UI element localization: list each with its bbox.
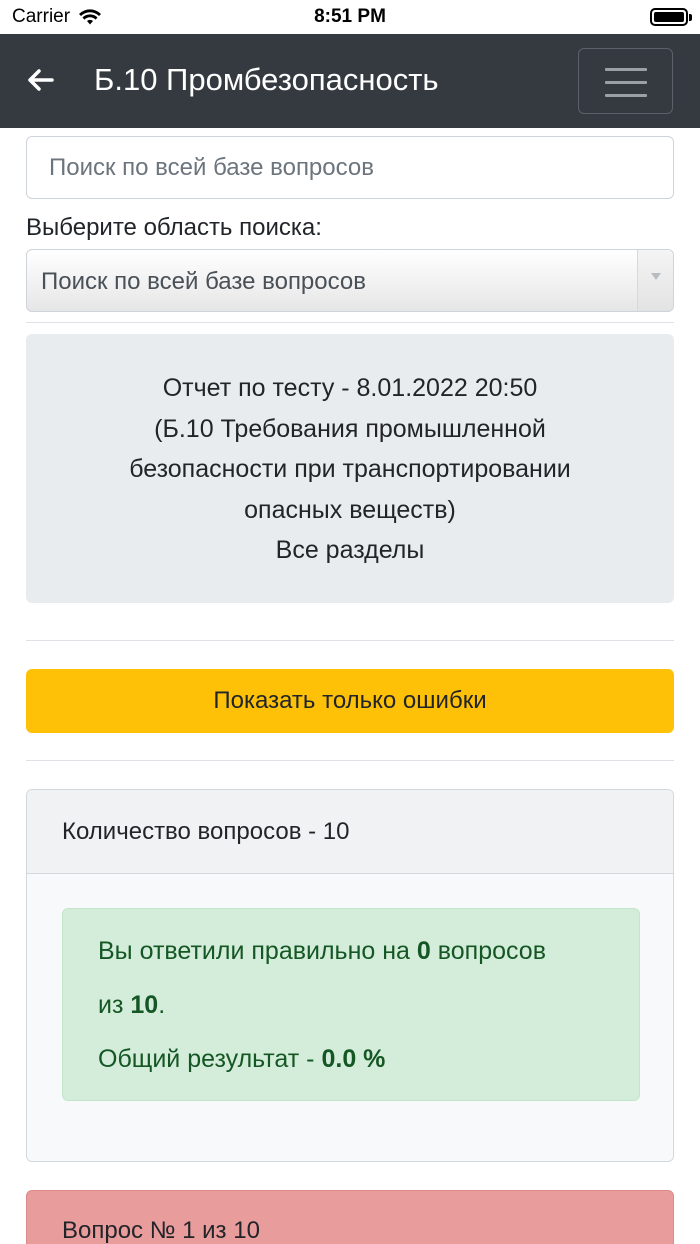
- test-report-info: Отчет по тесту - 8.01.2022 20:50 (Б.10 Т…: [26, 334, 674, 603]
- of-word: из: [98, 991, 124, 1019]
- question-card[interactable]: Вопрос № 1 из 10: [26, 1190, 674, 1244]
- hamburger-icon-line: [605, 68, 647, 71]
- chevron-down-icon: [637, 250, 673, 311]
- answered-line: Вы ответили правильно на 0 вопросов: [98, 924, 604, 978]
- report-line: Отчет по тесту - 8.01.2022 20:50: [162, 374, 538, 402]
- back-arrow-icon[interactable]: [24, 64, 56, 96]
- navbar: Б.10 Промбезопасность: [0, 34, 700, 128]
- total-count: 10: [130, 991, 159, 1019]
- search-scope-value: Поиск по всей базе вопросов: [41, 268, 366, 295]
- total-line: из 10.: [98, 978, 604, 1032]
- result-line: Общий результат - 0.0 %: [98, 1032, 604, 1086]
- divider: [26, 322, 674, 323]
- hamburger-icon-line: [605, 81, 647, 84]
- report-line: опасных веществ): [244, 495, 456, 524]
- page-title: Б.10 Промбезопасность: [94, 62, 439, 97]
- battery-icon: [650, 8, 692, 26]
- hamburger-icon-line: [605, 94, 647, 97]
- report-line: Все разделы: [275, 536, 425, 564]
- answered-prefix: Вы ответили правильно на: [98, 937, 410, 965]
- correct-count: 0: [416, 937, 431, 965]
- question-count-header: Количество вопросов - 10: [27, 790, 673, 874]
- show-errors-only-button[interactable]: Показать только ошибки: [26, 669, 674, 733]
- answered-mid: вопросов: [437, 937, 546, 965]
- search-scope-select[interactable]: Поиск по всей базе вопросов: [26, 249, 674, 312]
- question-title: Вопрос № 1 из 10: [62, 1217, 260, 1244]
- result-alert: Вы ответили правильно на 0 вопросов из 1…: [62, 908, 640, 1101]
- menu-button[interactable]: [578, 48, 673, 114]
- divider: [26, 760, 674, 761]
- summary-card: Количество вопросов - 10 Вы ответили пра…: [26, 789, 674, 1162]
- search-input[interactable]: [26, 136, 674, 199]
- divider: [26, 640, 674, 641]
- clock: 8:51 PM: [314, 6, 386, 27]
- result-prefix: Общий результат -: [98, 1045, 315, 1073]
- report-line: (Б.10 Требования промышленной: [154, 414, 546, 443]
- report-line: безопасности при транспортировании: [129, 455, 571, 483]
- search-scope-label: Выберите область поиска:: [26, 214, 322, 241]
- status-bar: Carrier 8:51 PM: [0, 0, 700, 34]
- total-suffix: .: [158, 991, 166, 1019]
- result-value: 0.0 %: [321, 1045, 386, 1073]
